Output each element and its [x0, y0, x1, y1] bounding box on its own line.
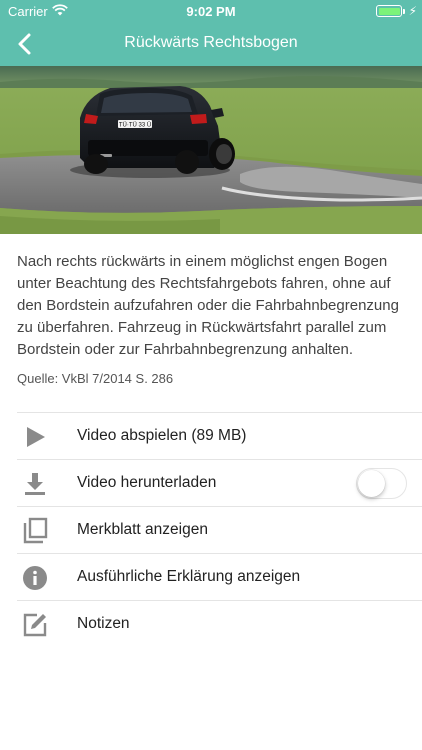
edit-icon [23, 613, 47, 637]
explanation-row[interactable]: Ausführliche Erklärung anzeigen [17, 553, 422, 600]
status-time: 9:02 PM [186, 4, 236, 19]
copy-icon [23, 517, 48, 544]
license-plate: TÜ·TÜ 33 Ü [119, 122, 151, 129]
page-title: Rückwärts Rechtsbogen [124, 34, 298, 51]
status-bar: Carrier 9:02 PM ⚡ [0, 0, 422, 22]
play-video-label: Video abspielen (89 MB) [77, 427, 247, 444]
info-icon [23, 566, 47, 590]
download-video-row[interactable]: Video herunterladen [17, 459, 422, 506]
navigation-bar: Rückwärts Rechtsbogen [0, 22, 422, 66]
explanation-label: Ausführliche Erklärung anzeigen [77, 568, 301, 585]
charging-icon: ⚡ [408, 4, 417, 18]
notes-label: Notizen [77, 615, 130, 632]
download-video-label: Video herunterladen [77, 474, 217, 491]
battery-icon [376, 5, 402, 17]
play-icon [27, 427, 45, 447]
car-photo: TÜ·TÜ 33 Ü [0, 66, 422, 234]
battery-cap [403, 9, 405, 14]
download-icon [25, 473, 45, 495]
action-list: Video abspielen (89 MB) Video herunterla… [17, 412, 422, 647]
download-toggle[interactable] [356, 468, 407, 499]
top-bar: Carrier 9:02 PM ⚡ Rückwärts Rechtsbogen [0, 0, 422, 66]
hero-image: TÜ·TÜ 33 Ü [0, 66, 422, 234]
maneuver-description: Nach rechts rückwärts in einem möglichst… [17, 253, 399, 358]
fact-sheet-row[interactable]: Merkblatt anzeigen [17, 506, 422, 553]
fact-sheet-label: Merkblatt anzeigen [77, 521, 208, 538]
play-video-row[interactable]: Video abspielen (89 MB) [17, 412, 422, 459]
back-chevron-icon[interactable] [6, 24, 46, 64]
notes-row[interactable]: Notizen [17, 600, 422, 647]
source-reference: Quelle: VkBl 7/2014 S. 286 [17, 371, 174, 386]
